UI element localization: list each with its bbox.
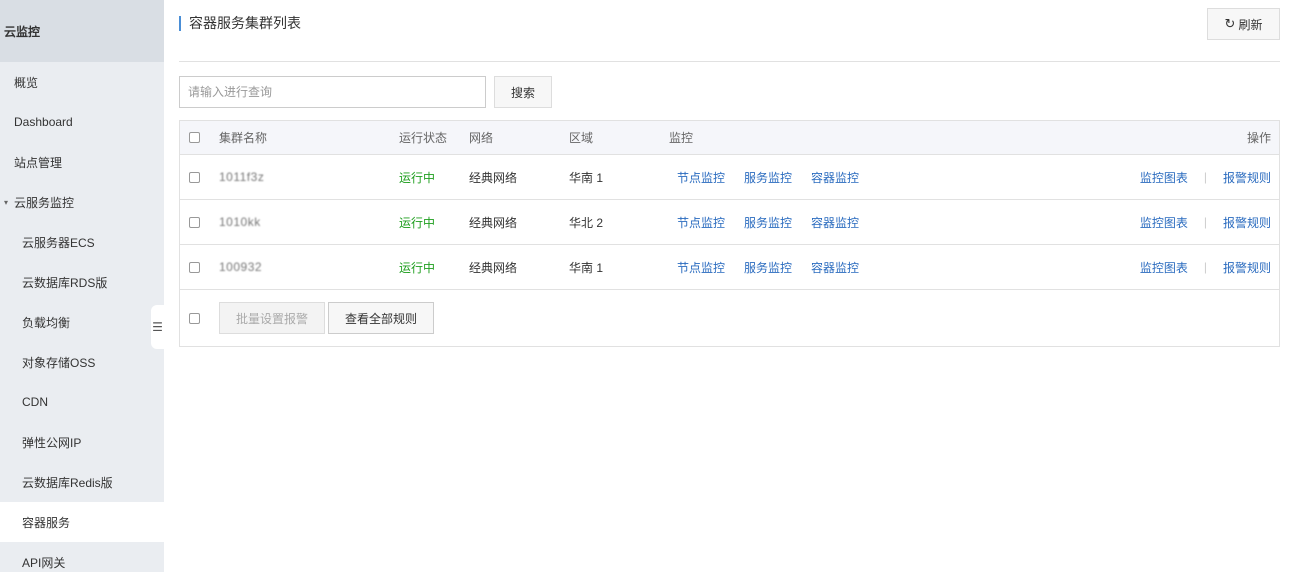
sidebar-item-label: 对象存储OSS [22,355,96,370]
monitor-links: 节点监控 服务监控 容器监控 [669,200,878,244]
sidebar-item-oss[interactable]: 对象存储OSS [0,342,164,382]
column-header-network: 网络 [469,131,494,145]
sidebar-item-label: 负载均衡 [22,315,71,330]
row-actions: 监控图表 | 报警规则 [1140,200,1271,244]
sidebar-item-label: 站点管理 [14,155,63,170]
action-separator: | [1203,215,1207,229]
alert-rules-link[interactable]: 报警规则 [1223,214,1271,231]
service-monitor-link[interactable]: 服务监控 [744,169,792,186]
sidebar-item-ecs[interactable]: 云服务器ECS [0,222,164,262]
sidebar-item-container-service[interactable]: 容器服务 [0,502,164,542]
sidebar-item-site-management[interactable]: 站点管理 [0,142,164,182]
row-checkbox[interactable] [189,171,200,183]
sidebar-item-label: 概览 [14,75,39,90]
row-actions: 监控图表 | 报警规则 [1140,245,1271,289]
sidebar-item-label: API网关 [22,555,66,570]
refresh-button[interactable]: ↻ 刷新 [1207,8,1280,40]
select-all-checkbox[interactable] [189,132,200,143]
monitor-links: 节点监控 服务监控 容器监控 [669,155,878,199]
table-row: 1010kk 运行中 经典网络 华北 2 节点监控 服务监控 容器监控 监控图表… [180,200,1279,245]
alert-rules-link[interactable]: 报警规则 [1223,169,1271,186]
alert-rules-link[interactable]: 报警规则 [1223,259,1271,276]
sidebar-item-label: 云数据库Redis版 [22,475,113,490]
region: 华南 1 [569,170,604,185]
cluster-table: 集群名称 运行状态 网络 区域 监控 操作 1011f3z 运行中 经典网络 华… [179,120,1280,347]
sidebar-item-label: 云服务监控 [14,195,75,210]
view-all-rules-button[interactable]: 查看全部规则 [328,302,434,334]
column-header-monitor: 监控 [669,131,694,145]
row-actions: 监控图表 | 报警规则 [1140,155,1271,199]
service-monitor-link[interactable]: 服务监控 [744,214,792,231]
action-separator: | [1203,170,1207,184]
region: 华北 2 [569,215,604,230]
container-monitor-link[interactable]: 容器监控 [811,169,859,186]
sidebar-group-cloud-service-monitor[interactable]: ▾ 云服务监控 [0,182,164,222]
sidebar-item-slb[interactable]: 负载均衡 [0,302,164,342]
monitor-chart-link[interactable]: 监控图表 [1140,214,1188,231]
sidebar-title: 云监控 [0,0,164,62]
monitor-chart-link[interactable]: 监控图表 [1140,169,1188,186]
footer-select-checkbox[interactable] [189,312,200,324]
refresh-label: 刷新 [1238,17,1263,32]
status-text: 运行中 [399,170,436,185]
table-row: 100932 运行中 经典网络 华南 1 节点监控 服务监控 容器监控 监控图表… [180,245,1279,290]
status-text: 运行中 [399,215,436,230]
network-type: 经典网络 [469,215,518,230]
sidebar-item-redis[interactable]: 云数据库Redis版 [0,462,164,502]
table-footer: 批量设置报警 查看全部规则 [180,290,1279,346]
monitor-links: 节点监控 服务监控 容器监控 [669,245,878,289]
node-monitor-link[interactable]: 节点监控 [677,214,725,231]
sidebar-item-eip[interactable]: 弹性公网IP [0,422,164,462]
sidebar-item-label: Dashboard [14,115,73,129]
sidebar-item-label: 容器服务 [22,515,71,530]
sidebar-item-rds[interactable]: 云数据库RDS版 [0,262,164,302]
row-checkbox[interactable] [189,216,200,228]
column-header-actions: 操作 [1246,131,1271,145]
sidebar: 云监控 概览 Dashboard 站点管理 ▾ 云服务监控 云服务器ECS 云数… [0,0,164,572]
sidebar-item-cdn[interactable]: CDN [0,382,164,422]
sidebar-item-label: 弹性公网IP [22,435,82,450]
main-content: 容器服务集群列表 ↻ 刷新 搜索 集群名称 运行状态 网络 区域 监控 操作 1… [164,0,1294,572]
column-header-region: 区域 [569,131,594,145]
network-type: 经典网络 [469,260,518,275]
cluster-name: 100932 [219,260,263,274]
cluster-name: 1010kk [219,215,261,229]
page-title: 容器服务集群列表 [179,16,301,31]
column-header-status: 运行状态 [399,131,448,145]
page-header: 容器服务集群列表 ↻ 刷新 [179,0,1280,62]
batch-set-alert-button[interactable]: 批量设置报警 [219,302,325,334]
node-monitor-link[interactable]: 节点监控 [677,169,725,186]
action-separator: | [1203,260,1207,274]
sidebar-item-api-gateway[interactable]: API网关 [0,542,164,582]
search-input[interactable] [179,76,486,108]
monitor-chart-link[interactable]: 监控图表 [1140,259,1188,276]
column-header-name: 集群名称 [219,131,268,145]
sidebar-item-overview[interactable]: 概览 [0,62,164,102]
container-monitor-link[interactable]: 容器监控 [811,214,859,231]
row-checkbox[interactable] [189,261,200,273]
chevron-down-icon: ▾ [4,197,9,207]
table-header-row: 集群名称 运行状态 网络 区域 监控 操作 [180,121,1279,155]
status-text: 运行中 [399,260,436,275]
region: 华南 1 [569,260,604,275]
table-row: 1011f3z 运行中 经典网络 华南 1 节点监控 服务监控 容器监控 监控图… [180,155,1279,200]
network-type: 经典网络 [469,170,518,185]
sidebar-item-label: CDN [22,395,48,409]
search-button[interactable]: 搜索 [494,76,552,108]
container-monitor-link[interactable]: 容器监控 [811,259,859,276]
sidebar-collapse-icon[interactable]: ☰ [151,305,164,349]
sidebar-item-dashboard[interactable]: Dashboard [0,102,164,142]
cluster-name: 1011f3z [219,170,265,184]
sidebar-item-label: 云服务器ECS [22,235,95,250]
refresh-icon: ↻ [1224,16,1236,31]
sidebar-item-label: 云数据库RDS版 [22,275,108,290]
node-monitor-link[interactable]: 节点监控 [677,259,725,276]
service-monitor-link[interactable]: 服务监控 [744,259,792,276]
